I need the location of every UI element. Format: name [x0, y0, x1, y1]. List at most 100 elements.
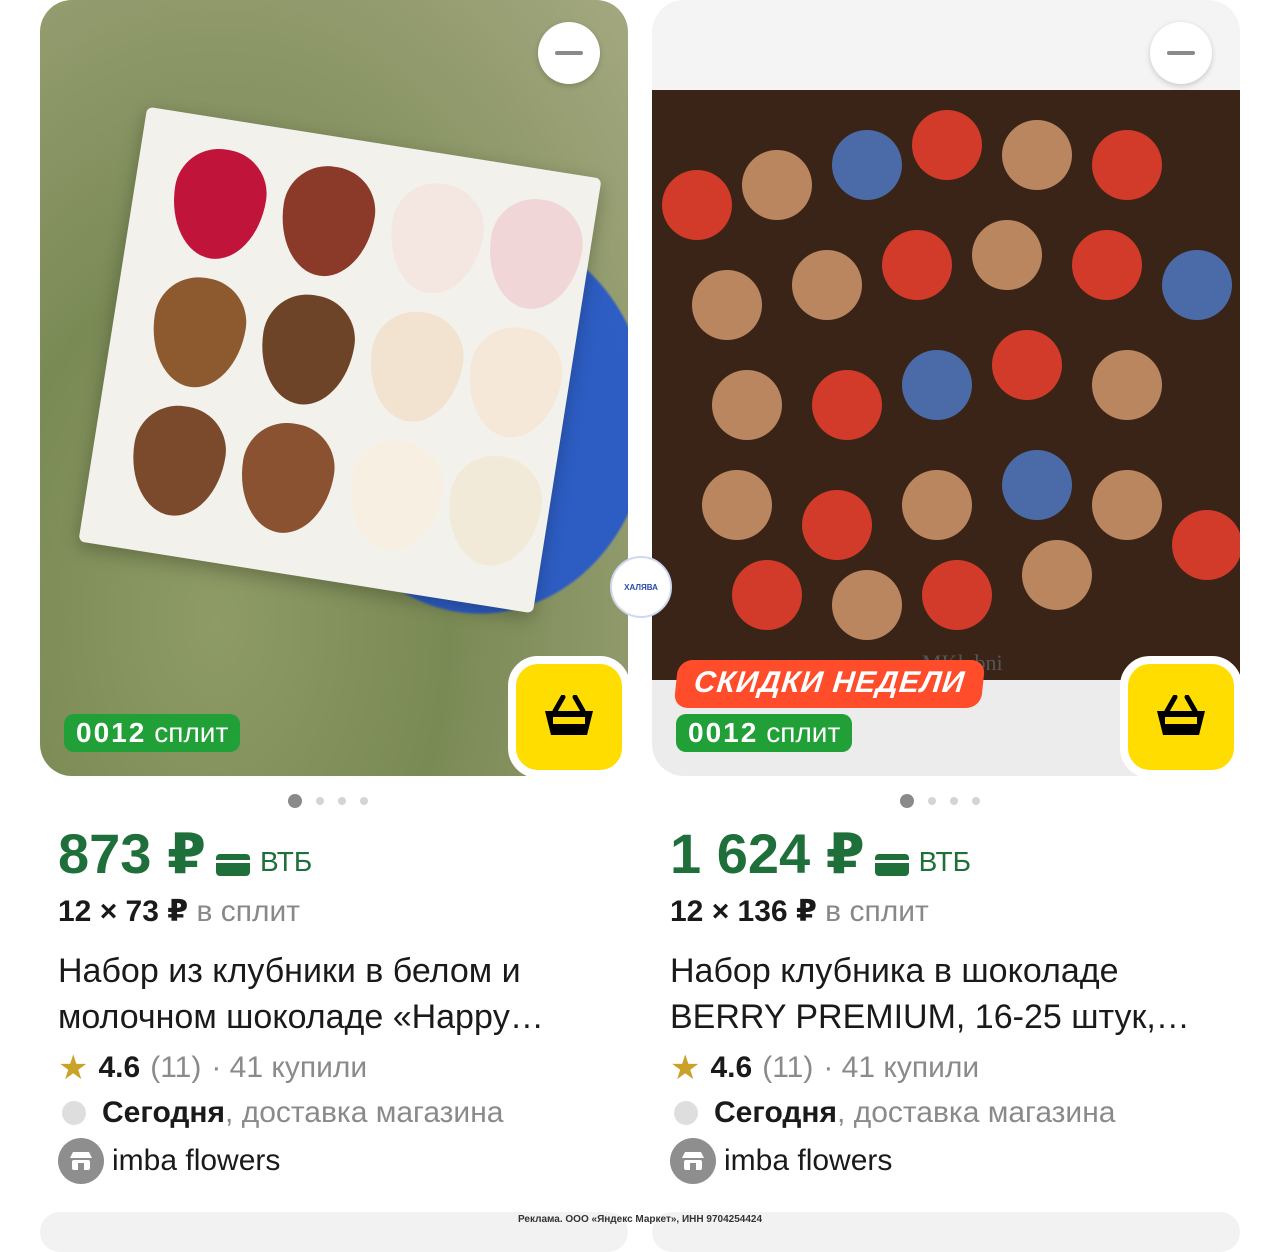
berry-image	[812, 370, 882, 440]
berry-image	[832, 570, 902, 640]
bank-card-icon	[874, 854, 909, 876]
delivery-text: , доставка магазина	[225, 1096, 504, 1129]
delivery-icon	[674, 1101, 698, 1125]
berry-image	[273, 159, 382, 283]
berry-image	[1092, 350, 1162, 420]
split-suffix: в сплит	[196, 895, 301, 928]
promo-badge: СКИДКИ НЕДЕЛИ	[673, 660, 986, 708]
berry-image	[1162, 250, 1232, 320]
berry-image	[253, 288, 362, 412]
price-row: 1 624 ₽ ВТБ	[670, 826, 971, 882]
berry-image	[832, 130, 902, 200]
rating: ★ 4.6 (11) · 41 купили	[670, 1048, 979, 1088]
berry-image	[742, 150, 812, 220]
product-tray-image	[652, 90, 1240, 680]
berry-image	[712, 370, 782, 440]
split-badge-label: сплит	[766, 717, 841, 748]
carousel-dot[interactable]	[360, 797, 368, 805]
price: 873 ₽	[58, 822, 206, 885]
rating: ★ 4.6 (11) · 41 купили	[58, 1048, 367, 1088]
split-badge-label: сплит	[154, 717, 229, 748]
carousel-dot[interactable]	[316, 797, 324, 805]
carousel-dot[interactable]	[900, 794, 914, 808]
berry-image	[124, 399, 233, 523]
berry-image	[1092, 470, 1162, 540]
berry-image	[440, 449, 549, 573]
carousel-dot[interactable]	[288, 794, 302, 808]
carousel-dot[interactable]	[338, 797, 346, 805]
minus-icon	[1167, 51, 1195, 55]
berry-image	[341, 433, 450, 557]
carousel-dot[interactable]	[928, 797, 936, 805]
berry-image	[1072, 230, 1142, 300]
carousel-dot[interactable]	[950, 797, 958, 805]
add-to-cart-button[interactable]	[1120, 656, 1242, 778]
split-badge: 0012 сплит	[676, 714, 853, 752]
sticker-logo: ХАЛЯВА	[610, 556, 672, 618]
berry-image	[702, 470, 772, 540]
berry-image	[662, 170, 732, 240]
basket-icon	[545, 695, 593, 735]
carousel-dots	[900, 794, 980, 808]
product-title[interactable]: Набор из клубники в белом и молочном шок…	[58, 948, 618, 1040]
price: 1 624 ₽	[670, 822, 865, 885]
bank-name: ВТБ	[259, 846, 313, 877]
delivery-day: Сегодня	[102, 1096, 226, 1129]
berry-image	[164, 142, 273, 266]
bank-card-icon	[215, 854, 250, 876]
delivery-text: , доставка магазина	[837, 1096, 1116, 1129]
carousel-dots	[288, 794, 368, 808]
shop-link[interactable]: imba flowers	[58, 1138, 280, 1184]
delivery-day: Сегодня	[714, 1096, 838, 1129]
delivery-info: Сегодня, доставка магазина	[670, 1096, 1115, 1130]
store-icon	[58, 1138, 104, 1184]
split-payment: 12 × 73 ₽ в сплит	[58, 894, 300, 929]
berry-image	[1002, 450, 1072, 520]
berry-image	[460, 321, 569, 445]
berry-image	[1092, 130, 1162, 200]
berry-image	[382, 177, 491, 301]
bought-count: · 41 купили	[211, 1051, 368, 1084]
shop-name: imba flowers	[112, 1144, 281, 1177]
bank-name: ВТБ	[918, 846, 971, 877]
rating-count: (11)	[150, 1051, 202, 1084]
product-card-1[interactable]: 0012 сплит 873 ₽ ВТБ 12 × 73 ₽ в сплит Н…	[40, 0, 630, 1210]
berry-image	[902, 470, 972, 540]
berry-image	[882, 230, 952, 300]
sticker-text: ХАЛЯВА	[624, 582, 658, 592]
shop-link[interactable]: imba flowers	[670, 1138, 892, 1184]
berry-image	[792, 250, 862, 320]
delivery-info: Сегодня, доставка магазина	[58, 1096, 503, 1130]
carousel-dot[interactable]	[972, 797, 980, 805]
berry-image	[1022, 540, 1092, 610]
price-row: 873 ₽ ВТБ	[58, 826, 312, 882]
product-card-2[interactable]: MKlubni СКИДКИ НЕДЕЛИ 0012 сплит 1 624 ₽…	[652, 0, 1242, 1210]
rating-count: (11)	[762, 1051, 814, 1084]
split-badge: 0012 сплит	[64, 714, 241, 752]
berry-image	[1172, 510, 1240, 580]
berry-image	[992, 330, 1062, 400]
remove-button[interactable]	[1150, 22, 1212, 84]
berry-image	[972, 220, 1042, 290]
berry-image	[361, 305, 470, 429]
bought-count: · 41 купили	[823, 1051, 980, 1084]
berry-image	[912, 110, 982, 180]
split-amount: 12 × 136 ₽	[670, 895, 817, 928]
add-to-cart-button[interactable]	[508, 656, 630, 778]
berry-image	[144, 271, 253, 395]
split-payment: 12 × 136 ₽ в сплит	[670, 894, 929, 929]
berry-image	[802, 490, 872, 560]
shop-name: imba flowers	[724, 1144, 893, 1177]
berry-image	[922, 560, 992, 630]
star-icon: ★	[58, 1049, 89, 1087]
product-title[interactable]: Набор клубника в шоколаде BERRY PREMIUM,…	[670, 948, 1230, 1040]
split-badge-number: 0012	[688, 717, 759, 748]
remove-button[interactable]	[538, 22, 600, 84]
rating-score: 4.6	[98, 1051, 141, 1084]
berry-image	[692, 270, 762, 340]
split-suffix: в сплит	[825, 895, 929, 928]
minus-icon	[555, 51, 583, 55]
basket-icon	[1157, 695, 1205, 735]
store-icon	[670, 1138, 716, 1184]
berry-image	[732, 560, 802, 630]
